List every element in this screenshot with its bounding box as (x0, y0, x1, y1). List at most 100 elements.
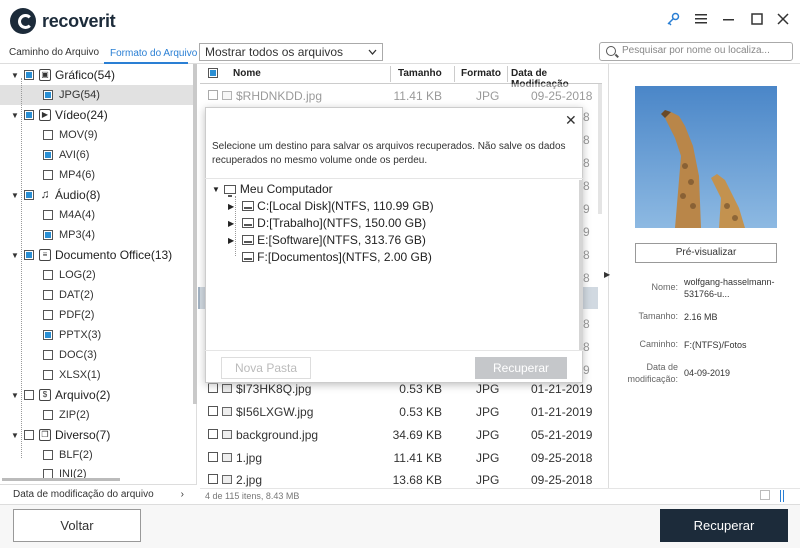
tree-category-audio[interactable]: ▼ ♫ Áudio(8) (0, 185, 193, 205)
checkbox[interactable] (43, 170, 53, 180)
dialog-close-icon[interactable]: ✕ (565, 112, 577, 128)
checkbox[interactable] (43, 150, 53, 160)
checkbox[interactable] (43, 410, 53, 420)
back-button[interactable]: Voltar (13, 509, 141, 542)
checkbox[interactable] (43, 230, 53, 240)
drive-d[interactable]: ▶ D:[Trabalho](NTFS, 150.00 GB) (228, 216, 426, 230)
search-input[interactable]: Pesquisar por nome ou localiza... (599, 42, 793, 61)
new-folder-button[interactable]: Nova Pasta (221, 357, 311, 379)
drive-c[interactable]: ▶ C:[Local Disk](NTFS, 110.99 GB) (228, 199, 434, 213)
tree-label: ZIP(2) (59, 409, 90, 421)
row-checkbox[interactable] (208, 474, 218, 484)
tab-file-path[interactable]: Caminho do Arquivo (9, 47, 99, 58)
checkbox[interactable] (24, 190, 34, 200)
drive-f[interactable]: ▶ F:[Documentos](NTFS, 2.00 GB) (228, 250, 432, 264)
tree-item-doc[interactable]: DOC(3) (0, 345, 193, 365)
tree-category-office[interactable]: ▼ ≡ Documento Office(13) (0, 245, 193, 265)
menu-icon[interactable] (692, 10, 710, 28)
checkbox[interactable] (43, 290, 53, 300)
preview-button[interactable]: Pré-visualizar (635, 243, 777, 263)
tree-item-blf[interactable]: BLF(2) (0, 445, 193, 465)
format-tree: ▼ ▣ Gráfico(54) JPG(54) ▼ ▶ Vídeo(24) MO… (0, 64, 197, 484)
checkbox[interactable] (43, 210, 53, 220)
expand-arrow-icon[interactable]: ▶ (228, 202, 234, 211)
tree-label: Arquivo(2) (55, 388, 111, 402)
tree-category-misc[interactable]: ▼ ❐ Diverso(7) (0, 425, 193, 445)
row-checkbox[interactable] (208, 383, 218, 393)
expand-arrow-icon[interactable]: ▶ (228, 219, 234, 228)
checkbox[interactable] (24, 250, 34, 260)
table-row[interactable]: 1.jpg 11.41 KB JPG 09-25-2018 (200, 446, 598, 469)
row-checkbox[interactable] (208, 429, 218, 439)
column-name[interactable]: Nome (233, 68, 261, 79)
select-all-checkbox[interactable] (208, 68, 218, 78)
table-row[interactable]: background.jpg 34.69 KB JPG 05-21-2019 (200, 423, 598, 446)
file-size: 0.53 KB (399, 404, 442, 419)
expand-arrow-icon[interactable]: ▼ (10, 111, 20, 120)
tree-category-archive[interactable]: ▼ $ Arquivo(2) (0, 385, 193, 405)
row-checkbox[interactable] (208, 452, 218, 462)
dialog-recover-button[interactable]: Recuperar (475, 357, 567, 379)
checkbox[interactable] (24, 110, 34, 120)
grid-view-icon[interactable] (760, 490, 770, 500)
maximize-icon[interactable] (748, 10, 766, 28)
expand-arrow-icon[interactable]: ▶ (228, 236, 234, 245)
tree-label: AVI(6) (59, 149, 90, 161)
checkbox[interactable] (43, 370, 53, 380)
drive-e[interactable]: ▶ E:[Software](NTFS, 313.76 GB) (228, 233, 426, 247)
expand-arrow-icon[interactable]: ▼ (10, 71, 20, 80)
expand-arrow-icon[interactable]: ▼ (10, 391, 20, 400)
tab-file-format[interactable]: Formato do Arquivo (110, 48, 197, 59)
checkbox[interactable] (43, 330, 53, 340)
sidebar-scrollbar[interactable] (193, 64, 197, 404)
tree-item-pdf[interactable]: PDF(2) (0, 305, 193, 325)
expand-arrow-icon[interactable]: ▼ (10, 251, 20, 260)
expand-arrow-icon[interactable]: ▼ (10, 431, 20, 440)
list-view-icon[interactable] (780, 490, 792, 502)
column-size[interactable]: Tamanho (398, 68, 442, 79)
tree-category-graphics[interactable]: ▼ ▣ Gráfico(54) (0, 65, 193, 85)
key-icon[interactable] (664, 10, 682, 28)
tree-item-dat[interactable]: DAT(2) (0, 285, 193, 305)
dialog-scrollbar[interactable] (579, 180, 583, 350)
tree-item-mp4[interactable]: MP4(6) (0, 165, 193, 185)
close-icon[interactable] (774, 10, 792, 28)
tree-item-mp3[interactable]: MP3(4) (0, 225, 193, 245)
table-row[interactable]: $I56LXGW.jpg 0.53 KB JPG 01-21-2019 (200, 400, 598, 423)
tree-category-video[interactable]: ▼ ▶ Vídeo(24) (0, 105, 193, 125)
collapse-preview-icon[interactable]: ▶ (604, 270, 610, 279)
status-text: 4 de 115 itens, 8.43 MB (205, 491, 300, 501)
sidebar-horizontal-scrollbar[interactable] (2, 478, 120, 481)
checkbox[interactable] (43, 270, 53, 280)
checkbox[interactable] (24, 430, 34, 440)
checkbox[interactable] (43, 450, 53, 460)
sort-selector[interactable]: Data de modificação do arquivo › (0, 484, 197, 504)
tree-item-mov[interactable]: MOV(9) (0, 125, 193, 145)
minimize-icon[interactable] (720, 10, 738, 28)
app-name: recoverit (42, 10, 116, 31)
tree-root-computer[interactable]: ▼ Meu Computador (212, 182, 333, 197)
file-size: 34.69 KB (392, 427, 442, 442)
expand-arrow-icon[interactable]: ▼ (212, 185, 220, 194)
tree-item-jpg[interactable]: JPG(54) (0, 85, 193, 105)
checkbox[interactable] (43, 350, 53, 360)
checkbox[interactable] (24, 390, 34, 400)
recover-button[interactable]: Recuperar (660, 509, 788, 542)
tree-item-zip[interactable]: ZIP(2) (0, 405, 193, 425)
tree-item-log[interactable]: LOG(2) (0, 265, 193, 285)
file-name: background.jpg (236, 427, 319, 442)
tree-item-xlsx[interactable]: XLSX(1) (0, 365, 193, 385)
tree-item-ini[interactable]: INI(2) (0, 464, 193, 484)
expand-arrow-icon[interactable]: ▼ (10, 191, 20, 200)
tree-item-avi[interactable]: AVI(6) (0, 145, 193, 165)
checkbox[interactable] (24, 70, 34, 80)
checkbox[interactable] (43, 90, 53, 100)
checkbox[interactable] (43, 130, 53, 140)
row-checkbox[interactable] (208, 406, 218, 416)
tree-item-pptx[interactable]: PPTX(3) (0, 325, 193, 345)
checkbox[interactable] (43, 310, 53, 320)
column-format[interactable]: Formato (461, 68, 501, 79)
tree-item-m4a[interactable]: M4A(4) (0, 205, 193, 225)
file-filter-dropdown[interactable]: Mostrar todos os arquivos (199, 43, 383, 61)
tree-label: LOG(2) (59, 269, 96, 281)
